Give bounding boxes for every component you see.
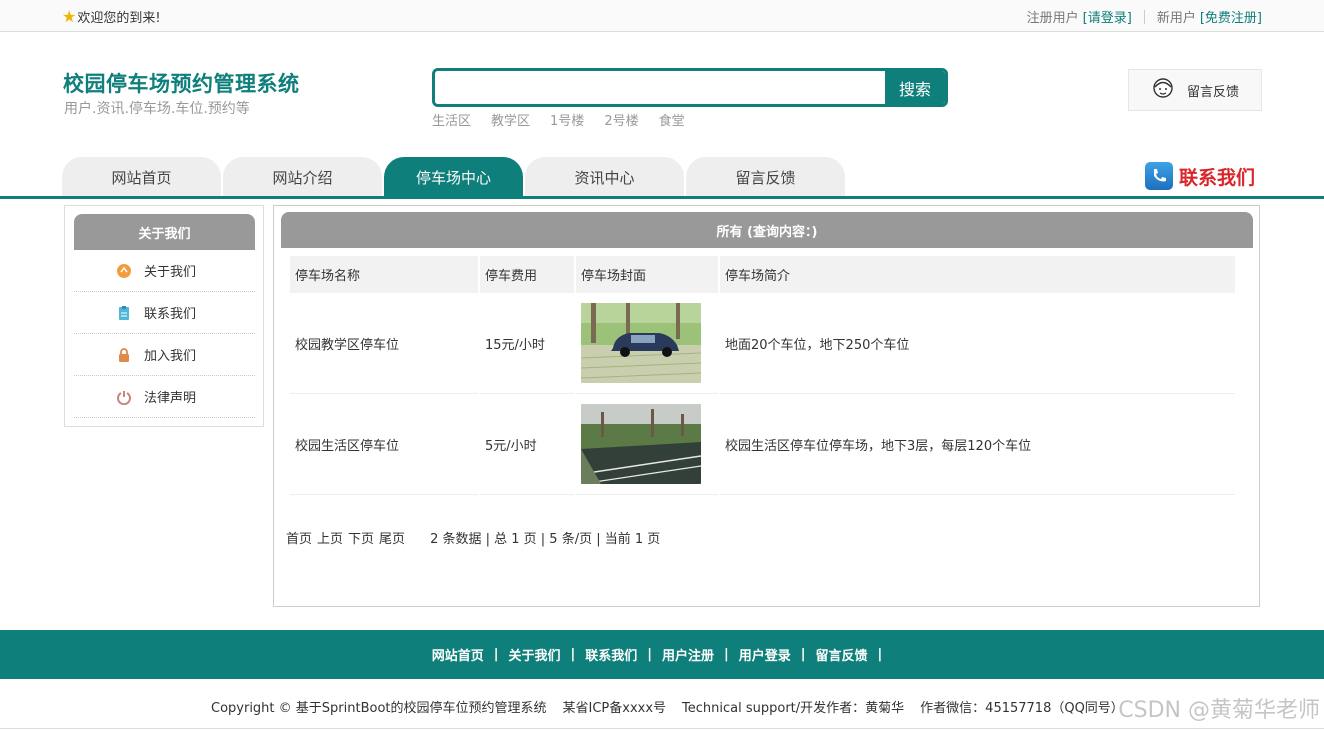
footer-nav: 网站首页 | 关于我们 | 联系我们 | 用户注册 | 用户登录 | 留言反馈 | xyxy=(0,630,1324,679)
clipboard-icon xyxy=(116,305,132,321)
content-title: 所有 (查询内容：) xyxy=(281,212,1253,248)
footer-link-login[interactable]: 用户登录 xyxy=(739,645,791,664)
parking-cover[interactable] xyxy=(576,394,718,495)
about-icon xyxy=(116,263,132,279)
sidebar-item-label: 加入我们 xyxy=(144,349,197,364)
footer-separator: | xyxy=(570,647,576,662)
footer-separator: | xyxy=(877,647,883,662)
parking-fee: 15元/小时 xyxy=(480,293,574,394)
column-header: 停车场简介 xyxy=(720,256,1235,293)
watermark: CSDN @黄菊华老师 xyxy=(1118,698,1320,723)
footer-link-register[interactable]: 用户注册 xyxy=(662,645,714,664)
search-box: 搜索 xyxy=(432,68,948,107)
star-icon: ★ xyxy=(62,6,77,26)
parking-table: 停车场名称 停车费用 停车场封面 停车场简介 校园教学区停车位 15元/小时 地… xyxy=(288,256,1237,495)
copyright-line: Copyright © 基于SprintBoot的校园停车位预约管理系统 某省I… xyxy=(211,697,1140,716)
lock-icon xyxy=(116,347,132,363)
parking-cover[interactable] xyxy=(576,293,718,394)
contact-us-label: 联系我们 xyxy=(1179,166,1256,189)
site-subtitle: 用户.资讯.停车场.车位.预约等 xyxy=(64,101,250,117)
main-content: 所有 (查询内容：) 停车场名称 停车费用 停车场封面 停车场简介 校园教学区停… xyxy=(273,205,1260,607)
bottom-divider xyxy=(0,728,1324,729)
parking-intro: 地面20个车位，地下250个车位 xyxy=(720,293,1235,394)
nav-underline xyxy=(0,196,1324,199)
footer-separator: | xyxy=(493,647,499,662)
hotword-link[interactable]: 生活区 xyxy=(432,110,471,129)
support-text: Technical support/开发作者：黄菊华 xyxy=(682,701,905,716)
parking-fee: 5元/小时 xyxy=(480,394,574,495)
feedback-label: 留言反馈 xyxy=(1187,84,1240,100)
pager-stats: 2 条数据 | 总 1 页 | 5 条/页 | 当前 1 页 xyxy=(430,532,661,547)
sidebar: 关于我们 关于我们 联系我们 加入我们 法律声明 xyxy=(64,205,264,427)
parking-lot-photo[interactable] xyxy=(581,404,701,484)
footer-link-contact[interactable]: 联系我们 xyxy=(585,645,637,664)
parking-name[interactable]: 校园生活区停车位 xyxy=(290,394,478,495)
site-title[interactable]: 校园停车场预约管理系统 xyxy=(63,68,300,98)
column-header: 停车费用 xyxy=(480,256,574,293)
pager-last[interactable]: 尾页 xyxy=(379,528,405,547)
table-row[interactable]: 校园教学区停车位 15元/小时 地面20个车位，地下250个车位 xyxy=(290,293,1235,394)
sidebar-item-label: 联系我们 xyxy=(144,307,197,322)
customer-service-icon xyxy=(1151,76,1175,104)
column-header: 停车场名称 xyxy=(290,256,478,293)
parking-name[interactable]: 校园教学区停车位 xyxy=(290,293,478,394)
car-parking-photo[interactable] xyxy=(581,303,701,383)
hotword-link[interactable]: 1号楼 xyxy=(550,110,584,129)
pager-first[interactable]: 首页 xyxy=(286,528,312,547)
feedback-button[interactable]: 留言反馈 xyxy=(1128,69,1262,111)
pager-prev[interactable]: 上页 xyxy=(317,528,343,547)
registered-user-label: 注册用户 xyxy=(1026,11,1079,26)
copyright-text: Copyright © 基于SprintBoot的校园停车位预约管理系统 xyxy=(211,701,547,716)
sidebar-item-label: 法律声明 xyxy=(144,391,197,406)
login-link[interactable]: [请登录] xyxy=(1083,7,1132,26)
hotword-link[interactable]: 食堂 xyxy=(659,110,685,129)
footer-separator: | xyxy=(800,647,806,662)
tab-parking-center[interactable]: 停车场中心 xyxy=(384,157,523,197)
footer-separator: | xyxy=(647,647,652,662)
table-header-row: 停车场名称 停车费用 停车场封面 停车场简介 xyxy=(290,256,1235,293)
sidebar-item-about[interactable]: 关于我们 xyxy=(74,250,255,292)
main-nav: 网站首页 网站介绍 停车场中心 资讯中心 留言反馈 xyxy=(62,157,847,197)
tab-news[interactable]: 资讯中心 xyxy=(525,157,684,197)
divider xyxy=(1143,9,1145,24)
tab-intro[interactable]: 网站介绍 xyxy=(223,157,382,197)
sidebar-item-join[interactable]: 加入我们 xyxy=(74,334,255,376)
sidebar-title: 关于我们 xyxy=(74,214,255,250)
welcome-label: 欢迎您的到来! xyxy=(77,11,161,26)
table-row[interactable]: 校园生活区停车位 5元/小时 校园生活区停车位停车场，地下3层，每层120个车位 xyxy=(290,394,1235,495)
search-button[interactable]: 搜索 xyxy=(885,71,945,104)
welcome-text: ★ 欢迎您的到来! xyxy=(62,7,161,26)
sidebar-item-contact[interactable]: 联系我们 xyxy=(74,292,255,334)
register-link[interactable]: [免费注册] xyxy=(1200,7,1262,26)
contact-us-banner[interactable]: 联系我们 xyxy=(1145,162,1255,190)
hotword-link[interactable]: 2号楼 xyxy=(604,110,638,129)
sidebar-item-label: 关于我们 xyxy=(144,265,197,280)
power-icon xyxy=(116,389,132,405)
pagination: 首页 上页 下页 尾页 2 条数据 | 总 1 页 | 5 条/页 | 当前 1… xyxy=(286,528,660,547)
column-header: 停车场封面 xyxy=(576,256,718,293)
phone-icon xyxy=(1145,162,1173,190)
tab-home[interactable]: 网站首页 xyxy=(62,157,221,197)
hot-keywords: 生活区 教学区 1号楼 2号楼 食堂 xyxy=(432,110,705,129)
footer-link-about[interactable]: 关于我们 xyxy=(508,645,560,664)
parking-intro: 校园生活区停车位停车场，地下3层，每层120个车位 xyxy=(720,394,1235,495)
hotword-link[interactable]: 教学区 xyxy=(491,110,530,129)
account-links: 注册用户 [请登录] 新用户 [免费注册] xyxy=(1027,7,1262,26)
tab-feedback[interactable]: 留言反馈 xyxy=(686,157,845,197)
top-bar: ★ 欢迎您的到来! 注册用户 [请登录] 新用户 [免费注册] xyxy=(0,0,1324,32)
pager-next[interactable]: 下页 xyxy=(348,528,374,547)
sidebar-item-legal[interactable]: 法律声明 xyxy=(74,376,255,418)
footer-link-feedback[interactable]: 留言反馈 xyxy=(816,645,868,664)
wechat-text: 作者微信：45157718（QQ同号） xyxy=(920,701,1124,716)
footer-separator: | xyxy=(724,647,729,662)
icp-text: 某省ICP备xxxx号 xyxy=(562,701,667,716)
search-input[interactable] xyxy=(435,71,885,104)
new-user-label: 新用户 xyxy=(1156,11,1196,26)
footer-link-home[interactable]: 网站首页 xyxy=(432,645,484,664)
